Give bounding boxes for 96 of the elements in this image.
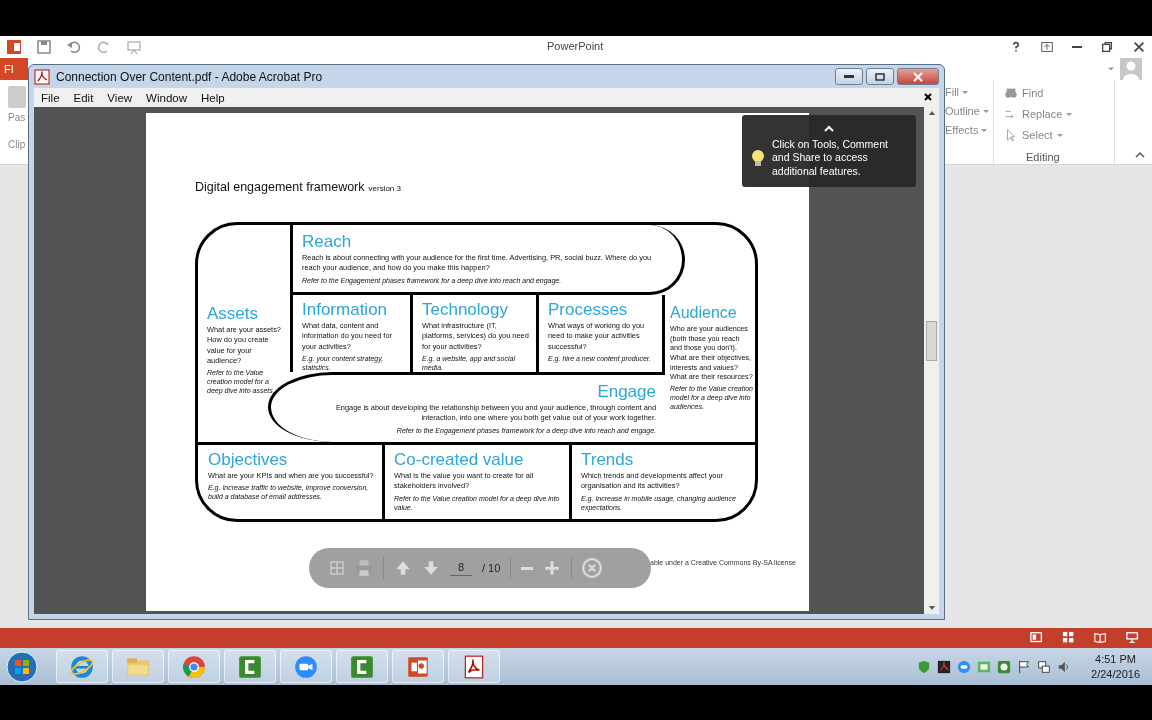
tooltip-text: Click on Tools, Comment and Share to access additional features. [772, 137, 889, 179]
group-label: Editing [1025, 151, 1061, 163]
section-heading: Assets [207, 305, 260, 323]
menu-item[interactable]: Help [194, 91, 232, 104]
cursor-icon [1004, 128, 1018, 142]
zoom-in-icon [543, 559, 562, 577]
taskbar-button[interactable] [280, 650, 332, 683]
section-heading: Co-created value [394, 451, 525, 469]
pdf-icon [34, 68, 50, 85]
close-icon [913, 71, 923, 82]
window-title: Connection Over Content.pdf - Adobe Acrobat Pro [56, 69, 323, 84]
close-icon [1132, 40, 1146, 54]
chrome-icon [181, 653, 207, 680]
caret-icon [1066, 112, 1073, 116]
taskbar-button[interactable] [336, 650, 388, 683]
menu-item[interactable]: File [34, 91, 67, 104]
presentation-app-icon [6, 39, 22, 55]
undo-icon [66, 39, 82, 55]
taskbar-button[interactable] [56, 650, 108, 683]
editing-option[interactable]: Replace [1004, 107, 1114, 121]
close-icon [923, 91, 933, 102]
scroll-down-icon [927, 604, 936, 612]
section-heading: Engage [596, 383, 656, 401]
start-button[interactable] [6, 650, 38, 683]
flag-icon [1017, 659, 1032, 674]
slideshow-icon [126, 39, 142, 55]
editing-option[interactable]: Find [1004, 86, 1114, 100]
format-option[interactable]: Outline [945, 105, 980, 117]
taskbar-button[interactable] [392, 650, 444, 683]
shield-icon [917, 659, 932, 674]
format-option[interactable]: Fill [945, 86, 960, 98]
section-heading: Technology [422, 301, 509, 319]
redo-icon [96, 39, 112, 55]
pdf-icon [937, 659, 952, 674]
version-label: version 3 [368, 184, 401, 193]
section-heading: Processes [548, 301, 629, 319]
minimize-icon [844, 75, 854, 78]
up-arrow-icon [394, 559, 412, 577]
chevron-up-icon [823, 123, 835, 134]
grid-icon [1062, 631, 1076, 645]
page-count: / 10 [482, 562, 501, 574]
normal-view-icon [1030, 631, 1044, 645]
ribbon-display-icon [1040, 40, 1054, 54]
restore-icon [1100, 40, 1114, 54]
browser-icon [69, 653, 95, 680]
caret-icon [981, 128, 988, 132]
video-camera-icon [293, 653, 319, 680]
menu-item[interactable]: Window [139, 91, 194, 104]
chat-icon [957, 659, 972, 674]
caret-icon [1056, 133, 1063, 137]
taskbar-button[interactable] [168, 650, 220, 683]
scrollbar[interactable] [924, 107, 939, 614]
menu-item[interactable]: View [100, 91, 140, 104]
letter-c-icon [237, 653, 263, 680]
section-heading: Audience [670, 305, 738, 322]
pages-icon [329, 560, 345, 576]
group-label: Clip [8, 139, 26, 150]
save-icon [36, 39, 52, 55]
taskbar-button[interactable] [224, 650, 276, 683]
scroll-up-icon [927, 109, 936, 117]
page-number-field[interactable]: 8 [450, 561, 472, 575]
app-title: PowerPoint [547, 40, 604, 52]
menu-item[interactable]: Edit [66, 91, 101, 104]
lightbulb-icon [750, 148, 766, 169]
paste-label: Pas [8, 112, 26, 123]
taskbar-button[interactable] [448, 650, 500, 683]
clock-date[interactable]: 2/24/2016 [1091, 666, 1140, 682]
print-icon [355, 559, 373, 577]
book-icon [1094, 631, 1108, 645]
close-button[interactable] [897, 68, 939, 85]
document-title: Digital engagement framework [195, 180, 365, 194]
caret-icon [982, 109, 989, 113]
format-option[interactable]: Effects [945, 124, 979, 136]
clock-time[interactable]: 4:51 PM [1095, 651, 1136, 667]
down-arrow-icon [422, 559, 440, 577]
caret-icon [962, 90, 969, 94]
help-icon [1010, 41, 1022, 53]
zoom-out-icon [521, 566, 534, 570]
section-heading: Trends [581, 451, 635, 469]
editing-option[interactable]: Select [1004, 128, 1114, 142]
scroll-thumb[interactable] [926, 320, 937, 361]
section-heading: Information [302, 301, 389, 319]
maximize-button[interactable] [866, 68, 894, 85]
minimize-button[interactable] [835, 68, 863, 85]
section-heading: Objectives [208, 451, 289, 469]
maximize-icon [875, 72, 885, 81]
file-tab[interactable]: FI [0, 58, 28, 80]
app-icon [997, 659, 1012, 674]
network-icon [1037, 659, 1052, 674]
app-icon [977, 659, 992, 674]
letter-c-icon [349, 653, 375, 680]
minimize-icon [1072, 46, 1082, 48]
presenter-icon [1126, 631, 1140, 645]
section-heading: Reach [302, 233, 353, 251]
close-icon [582, 558, 603, 578]
caret-icon [1108, 67, 1114, 71]
